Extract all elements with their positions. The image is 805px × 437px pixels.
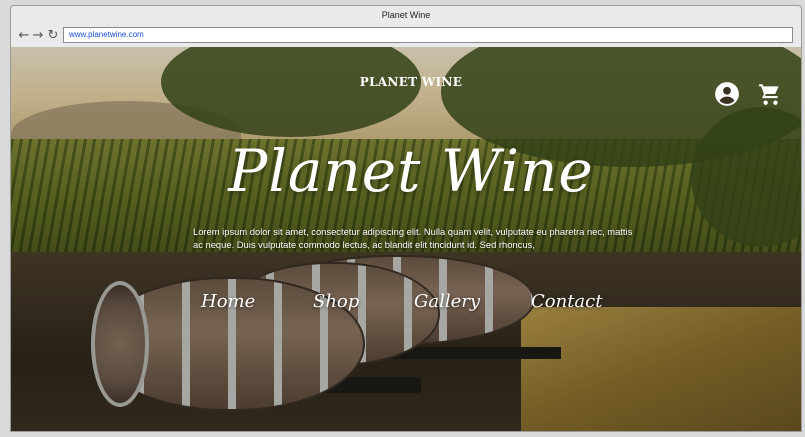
brand-logo[interactable]: PLANET WINE	[11, 75, 801, 89]
hero-description: Lorem ipsum dolor sit amet, consectetur …	[193, 226, 633, 250]
nav-contact-link[interactable]: Contact	[531, 291, 602, 312]
nav-gallery-link[interactable]: Gallery	[414, 291, 480, 312]
browser-toolbar: ← → ↻ www.planetwine.com	[11, 25, 801, 49]
forward-arrow-icon[interactable]: →	[31, 29, 45, 43]
address-bar[interactable]: www.planetwine.com	[63, 27, 793, 43]
shopping-cart-icon[interactable]	[757, 81, 783, 107]
hero-title: Planet Wine	[228, 137, 594, 205]
reload-icon[interactable]: ↻	[46, 29, 60, 43]
nav-home-link[interactable]: Home	[201, 291, 255, 312]
account-circle-icon[interactable]	[714, 81, 740, 107]
browser-window: Planet Wine ← → ↻ www.planetwine.com PLA…	[10, 5, 802, 432]
nav-shop-link[interactable]: Shop	[313, 291, 359, 312]
back-arrow-icon[interactable]: ←	[17, 29, 31, 43]
page-content: PLANET WINE Planet Wine Lorem ipsum dolo…	[11, 47, 801, 431]
window-title: Planet Wine	[381, 10, 431, 20]
